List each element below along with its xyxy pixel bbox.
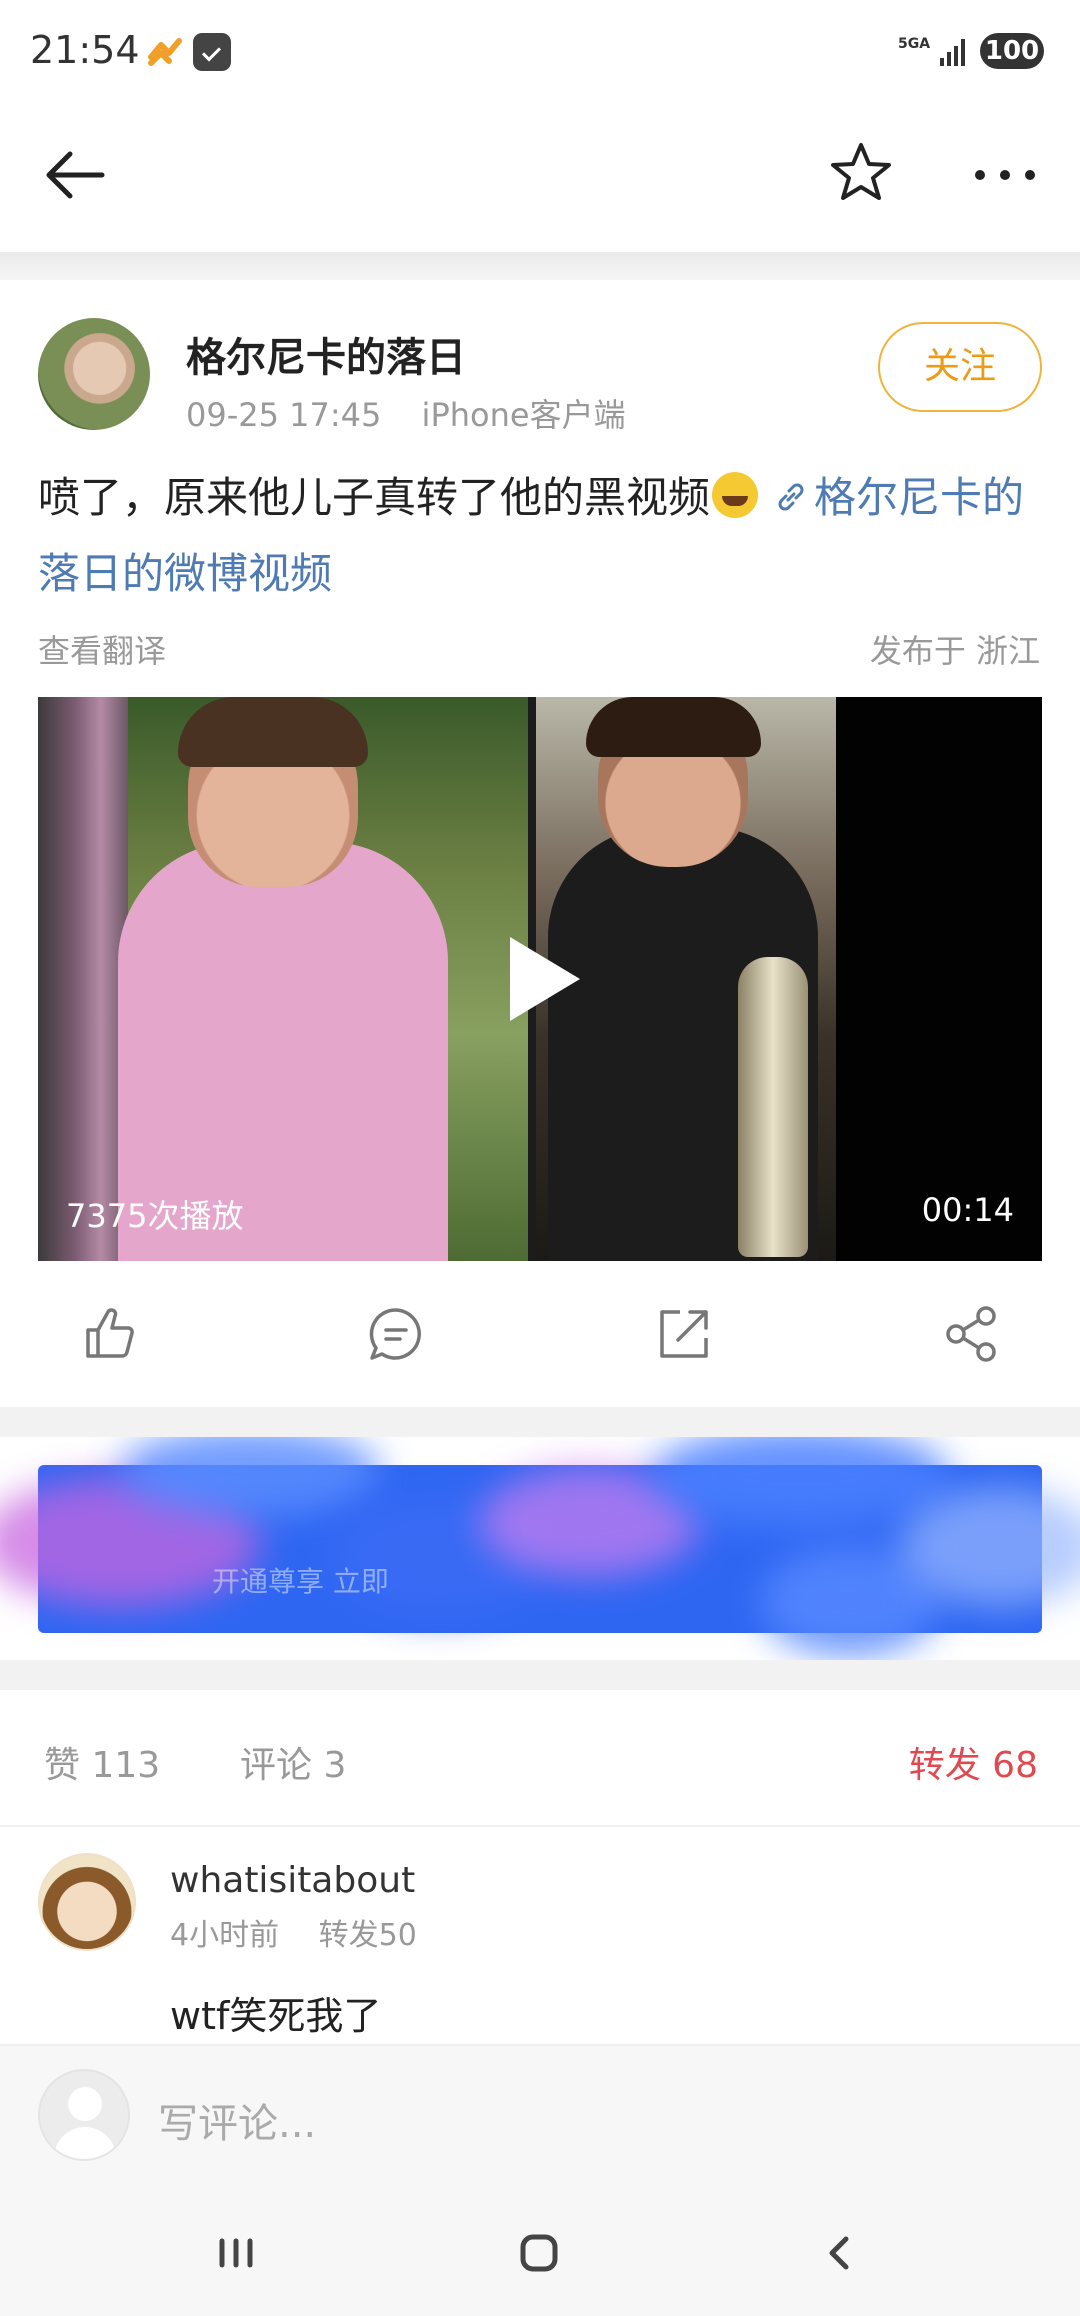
play-icon[interactable] <box>510 937 580 1021</box>
translate-link[interactable]: 查看翻译 <box>38 626 166 672</box>
author-avatar[interactable] <box>38 318 150 430</box>
notification-app-icon <box>148 38 182 66</box>
comment-text: wtf笑死我了 <box>170 1994 382 2038</box>
post-text: 喷了，原来他儿子真转了他的黑视频 <box>38 473 711 522</box>
commenter-name[interactable]: whatisitabout <box>170 1860 415 1901</box>
link-icon <box>778 483 804 511</box>
tab-likes[interactable]: 赞 113 <box>44 1736 160 1788</box>
share-icon[interactable] <box>942 1304 1002 1364</box>
tab-reposts[interactable]: 转发 68 <box>909 1736 1038 1788</box>
forward-icon[interactable] <box>654 1304 714 1364</box>
comment-time: 4小时前 <box>170 1918 280 1953</box>
notification-check-icon <box>193 33 231 71</box>
author-name[interactable]: 格尔尼卡的落日 <box>186 325 466 383</box>
more-icon[interactable] <box>970 150 1040 200</box>
like-icon[interactable] <box>80 1304 140 1364</box>
laughing-emoji-icon <box>712 472 759 518</box>
tab-comments[interactable]: 评论 3 <box>240 1736 346 1788</box>
video-figure-left-hair <box>178 697 368 767</box>
commenter-avatar[interactable] <box>38 1853 136 1951</box>
post-body: 喷了，原来他儿子真转了他的黑视频 格尔尼卡的落日的微博视频 <box>38 460 1048 612</box>
write-comment-bar: 写评论... <box>0 2044 1080 2189</box>
battery-indicator: 100 <box>980 33 1044 69</box>
comment-repost-count: 转发50 <box>318 1918 417 1953</box>
follow-button[interactable]: 关注 <box>878 322 1042 412</box>
post-action-bar <box>0 1262 1080 1407</box>
system-back-icon[interactable] <box>816 2231 866 2275</box>
home-icon[interactable] <box>514 2231 564 2275</box>
section-divider <box>0 1660 1080 1690</box>
video-player[interactable]: 7375次播放 00:14 <box>38 697 1042 1261</box>
post-stats-bar: 赞 113 评论 3 转发 68 <box>0 1690 1080 1825</box>
status-bar: 21:54 5GA 100 <box>0 0 1080 100</box>
comment-meta: 4小时前 转发50 <box>170 1910 447 1954</box>
status-time: 21:54 <box>30 28 140 72</box>
stats-divider <box>0 1825 1080 1827</box>
system-nav-bar <box>0 2189 1080 2316</box>
video-frame-edge <box>38 697 128 1261</box>
star-icon[interactable] <box>828 140 894 206</box>
video-duration: 00:14 <box>921 1191 1014 1229</box>
play-count: 7375次播放 <box>66 1197 244 1235</box>
signal-icon <box>940 39 965 66</box>
promo-banner[interactable]: 开通尊享 立即 <box>0 1437 1080 1677</box>
recent-apps-icon[interactable] <box>211 2231 261 2275</box>
post-date: 09-25 17:45 <box>186 396 382 434</box>
section-divider <box>0 1407 1080 1437</box>
comment-icon[interactable] <box>366 1304 426 1364</box>
network-type: 5GA <box>898 36 931 52</box>
post-location: 发布于 浙江 <box>869 632 1040 670</box>
top-nav-bar <box>0 100 1080 252</box>
promo-text: 开通尊享 立即 <box>212 1565 389 1598</box>
nav-divider <box>0 252 1080 280</box>
back-arrow-icon[interactable] <box>40 140 110 210</box>
post-client: iPhone客户端 <box>421 396 626 434</box>
comment-input[interactable]: 写评论... <box>158 2091 316 2149</box>
my-avatar <box>38 2069 130 2161</box>
video-figure-right-hair <box>586 697 761 757</box>
video-letterbox <box>836 697 1042 1261</box>
post-meta: 09-25 17:45 iPhone客户端 <box>186 390 656 436</box>
video-trophy <box>738 957 808 1257</box>
